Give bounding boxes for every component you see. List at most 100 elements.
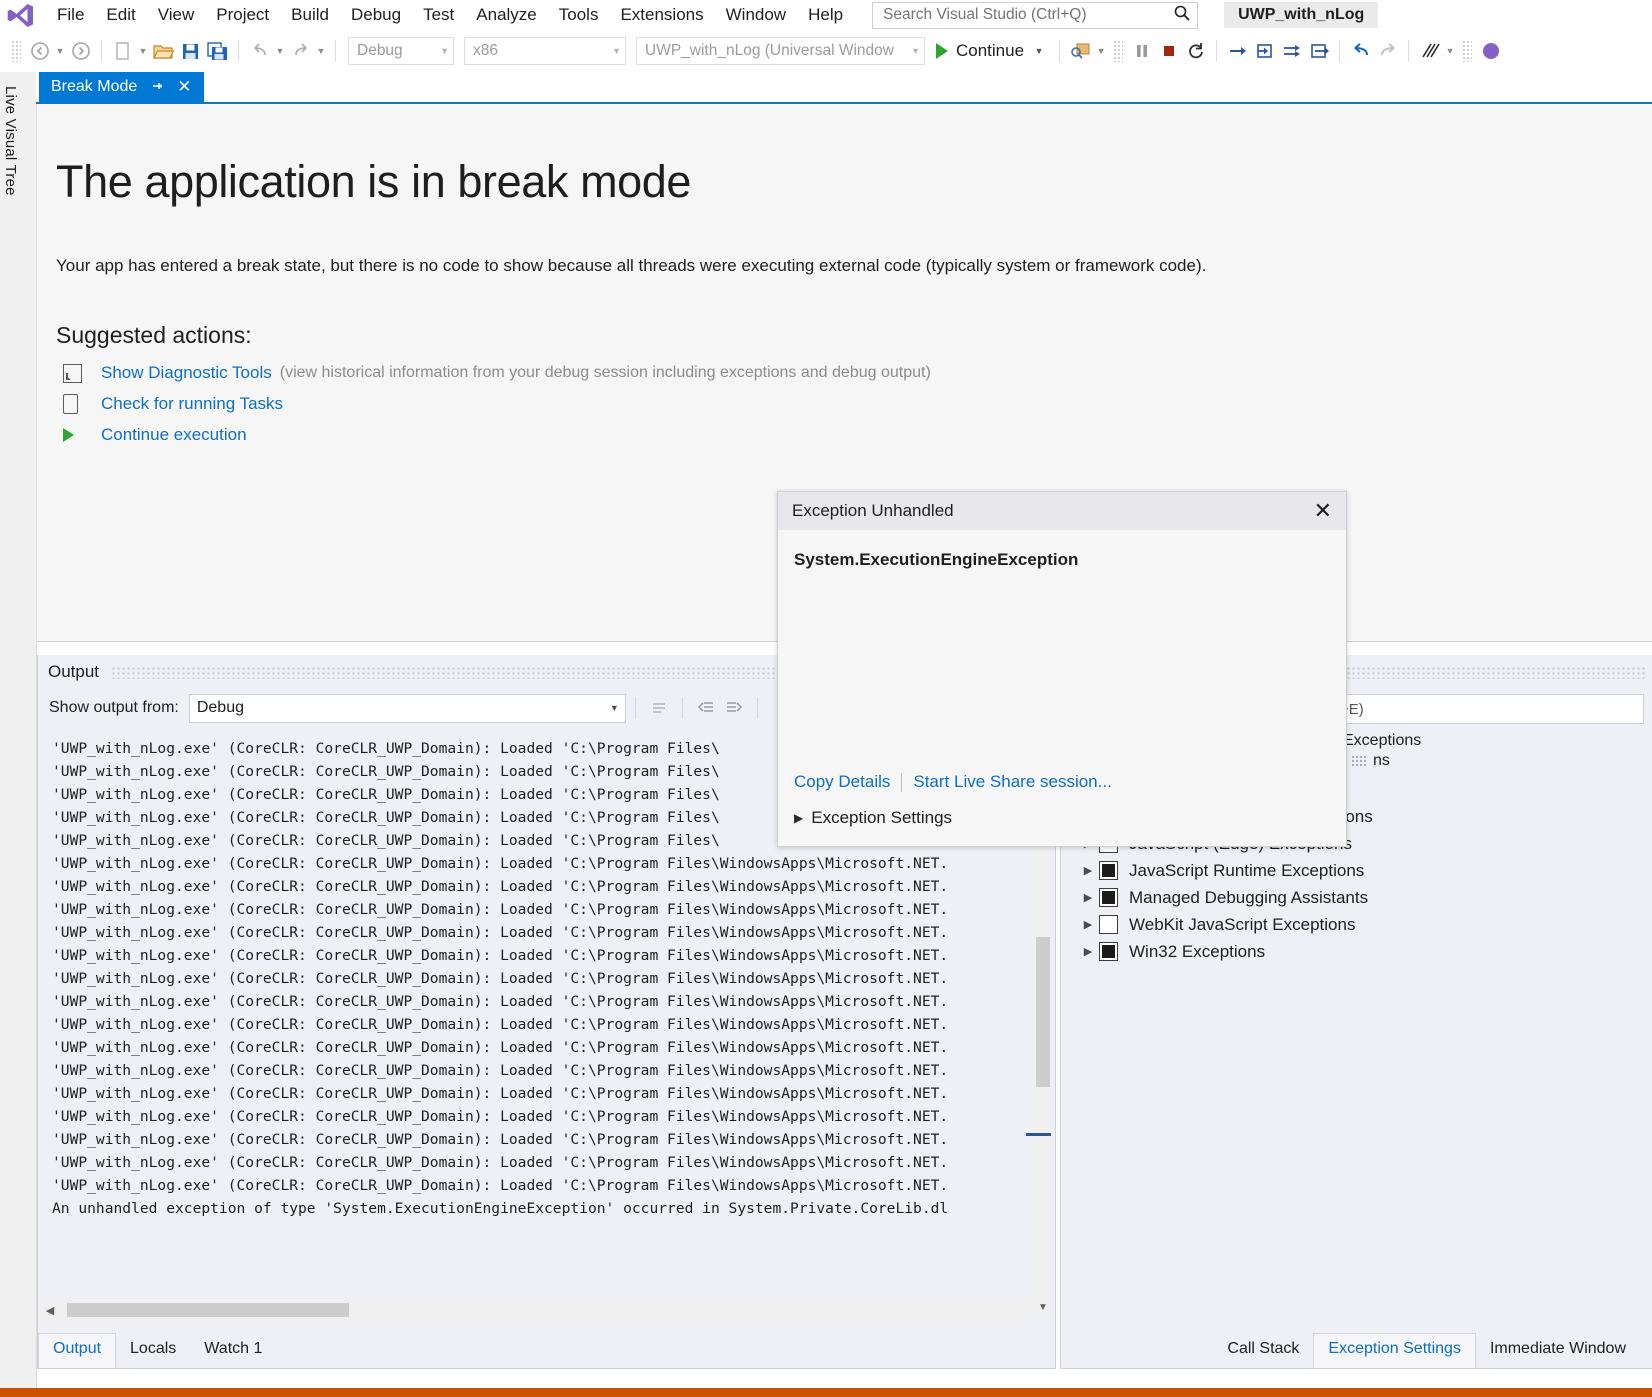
undo-caret-icon[interactable]: ▼ [273,46,287,56]
tab-output[interactable]: Output [38,1333,117,1368]
toggle-wordwrap-icon[interactable] [720,695,748,721]
output-pane-title: Output [48,662,100,681]
scroll-down-icon[interactable]: ▼ [1033,1297,1053,1317]
exception-settings-expander[interactable]: ▶ Exception Settings [794,808,952,828]
undo-icon[interactable] [246,38,273,65]
pause-icon[interactable] [1128,38,1155,65]
navigate-back-icon[interactable] [26,38,53,65]
tab-call-stack[interactable]: Call Stack [1213,1334,1313,1368]
tab-exception-settings[interactable]: Exception Settings [1313,1333,1476,1368]
tree-row-javascript-runtime-exceptions[interactable]: ▶ JavaScript Runtime Exceptions [1077,857,1652,884]
stop-icon[interactable] [1155,38,1182,65]
copy-details-link[interactable]: Copy Details [794,772,890,792]
start-live-share-link[interactable]: Start Live Share session... [913,772,1111,792]
checkbox[interactable] [1099,942,1118,961]
menu-extensions[interactable]: Extensions [609,2,714,28]
continue-caret-icon[interactable]: ▼ [1032,46,1046,56]
menu-edit[interactable]: Edit [95,2,146,28]
show-next-statement-icon[interactable] [1224,38,1251,65]
navigate-back-caret-icon[interactable]: ▼ [53,46,67,56]
chevron-right-icon[interactable]: ▶ [1077,864,1099,877]
new-item-caret-icon[interactable]: ▼ [136,46,150,56]
step-out-icon[interactable] [1305,38,1332,65]
undo-2-icon[interactable] [1347,38,1374,65]
action-link[interactable]: Show Diagnostic Tools [101,363,272,383]
checkbox[interactable] [1099,915,1118,934]
action-show-diagnostic-tools[interactable]: Show Diagnostic Tools (view historical i… [56,363,1652,383]
open-folder-icon[interactable] [150,38,177,65]
continue-button[interactable]: Continue ▼ [930,37,1052,65]
vertical-scroll-thumb[interactable] [1036,937,1050,1087]
tab-break-mode[interactable]: Break Mode ✕ [39,72,204,102]
solution-platform-combo[interactable]: x86 ▼ [464,37,626,65]
tab-watch-1[interactable]: Watch 1 [190,1334,276,1368]
tab-immediate-window[interactable]: Immediate Window [1476,1334,1640,1368]
navigate-forward-icon[interactable] [67,38,94,65]
chevron-right-icon[interactable]: ▶ [794,811,803,825]
menu-window[interactable]: Window [715,2,797,28]
menu-view[interactable]: View [147,2,206,28]
new-item-icon[interactable] [109,38,136,65]
action-link[interactable]: Check for running Tasks [101,394,283,414]
hot-reload-icon[interactable] [1416,38,1443,65]
clear-all-icon[interactable] [692,695,720,721]
close-icon[interactable]: ✕ [1314,500,1332,522]
hot-reload-caret-icon[interactable]: ▼ [1443,46,1457,56]
menu-analyze[interactable]: Analyze [465,2,547,28]
toolbar-grip-3[interactable] [1462,40,1473,62]
search-input[interactable] [881,5,1156,25]
output-toolbar-separator-3 [756,697,758,719]
menu-file[interactable]: File [46,2,95,28]
output-horizontal-scrollbar[interactable]: ◀ [39,1299,1033,1321]
intellicode-icon[interactable] [1477,38,1504,65]
visual-studio-logo-icon [4,2,36,28]
exception-search-input[interactable]: +E) [1331,694,1644,724]
menu-bar: File Edit View Project Build Debug Test … [0,0,1652,30]
process-caret-icon[interactable]: ▼ [1094,46,1108,56]
menu-build[interactable]: Build [280,2,340,28]
checkbox[interactable] [1099,861,1118,880]
close-icon[interactable]: ✕ [177,77,191,97]
save-all-icon[interactable] [204,38,231,65]
tab-locals[interactable]: Locals [116,1334,190,1368]
menu-test[interactable]: Test [412,2,465,28]
redo-2-icon[interactable] [1374,38,1401,65]
live-visual-tree-label[interactable]: Live Visual Tree [2,86,19,196]
checkbox[interactable] [1099,888,1118,907]
chevron-right-icon[interactable]: ▶ [1077,918,1099,931]
chevron-right-icon[interactable]: ▶ [1077,891,1099,904]
horizontal-scroll-thumb[interactable] [67,1303,349,1317]
action-check-running-tasks[interactable]: Check for running Tasks [56,394,1652,414]
toolbar-grip-2[interactable] [1113,40,1124,62]
pin-icon[interactable] [150,79,164,96]
redo-icon[interactable] [287,38,314,65]
menu-debug[interactable]: Debug [340,2,412,28]
action-continue-execution[interactable]: Continue execution [56,425,1652,445]
output-source-combo[interactable]: Debug ▼ [188,693,626,723]
global-search-box[interactable] [872,1,1199,29]
tree-row-managed-debugging-assistants[interactable]: ▶ Managed Debugging Assistants [1077,884,1652,911]
menu-help[interactable]: Help [797,2,854,28]
live-visual-tree-dock[interactable]: Live Visual Tree [0,72,37,1397]
step-over-icon[interactable] [1278,38,1305,65]
debug-target-combo[interactable]: UWP_with_nLog (Universal Window ▼ [636,37,925,65]
menu-project[interactable]: Project [205,2,280,28]
process-lens-icon[interactable] [1067,38,1094,65]
chevron-right-icon[interactable]: ▶ [1077,945,1099,958]
restart-icon[interactable] [1182,38,1209,65]
redo-caret-icon[interactable]: ▼ [314,46,328,56]
solution-configuration-combo[interactable]: Debug ▼ [348,37,454,65]
action-link[interactable]: Continue execution [101,425,247,445]
tree-row-win32-exceptions[interactable]: ▶ Win32 Exceptions [1077,938,1652,965]
save-icon[interactable] [177,38,204,65]
step-into-icon[interactable] [1251,38,1278,65]
output-toolbar-separator [634,697,636,719]
toolbar-grip[interactable] [11,40,21,62]
tree-row-webkit-javascript-exceptions[interactable]: ▶ WebKit JavaScript Exceptions [1077,911,1652,938]
menu-tools[interactable]: Tools [548,2,610,28]
column-resize-grip-icon[interactable] [1351,755,1367,767]
project-name-chip[interactable]: UWP_with_nLog [1224,2,1379,28]
scroll-left-icon[interactable]: ◀ [39,1304,61,1317]
exception-column-header-2-label: ns [1373,752,1390,769]
find-message-icon[interactable] [645,695,673,721]
